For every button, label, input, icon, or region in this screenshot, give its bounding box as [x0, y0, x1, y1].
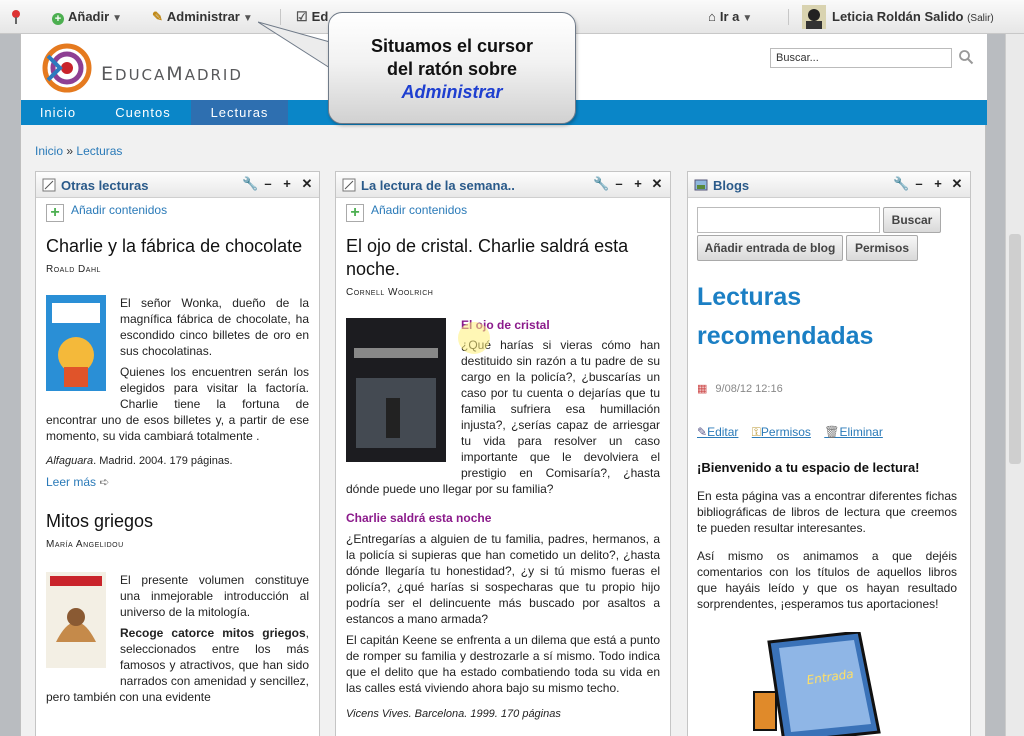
portlet-title: La lectura de la semana.. [361, 178, 515, 193]
tutorial-callout: Situamos el cursor del ratón sobre Admin… [328, 12, 576, 124]
key-icon: ⚿ [751, 425, 761, 439]
document-icon [42, 178, 56, 192]
book-title: Charlie y la fábrica de chocolate [46, 236, 303, 256]
trash-icon: 🗑 [824, 425, 840, 439]
breadcrumb: Inicio » Lecturas [35, 144, 123, 158]
pencil-icon: ✎ [152, 9, 163, 24]
book-title: El ojo de cristal. Charlie saldrá esta n… [346, 236, 629, 279]
portlet-lectura-semana: La lectura de la semana.. 🔧 – + ✕ + Añadi… [335, 171, 671, 736]
educamadrid-logo[interactable] [40, 42, 94, 94]
blog-search-input[interactable] [697, 207, 880, 233]
maximize-icon[interactable]: + [279, 176, 295, 191]
entry-actions: ✎Editar ⚿Permisos 🗑Eliminar [697, 425, 957, 440]
book-author: Cornell Woolrich [346, 287, 434, 298]
portlet-header: La lectura de la semana.. 🔧 – + ✕ [336, 172, 670, 198]
search-button[interactable]: Buscar [883, 207, 941, 233]
portlet-otras-lecturas: Otras lecturas 🔧 – + ✕ + Añadir contenido… [35, 171, 320, 736]
pin-icon[interactable] [10, 9, 22, 28]
book-title: Mitos griegos [46, 511, 154, 531]
callout-pointer [258, 21, 331, 69]
permissions-button[interactable]: Permisos [846, 235, 918, 261]
edit-link[interactable]: ✎Editar [697, 425, 738, 439]
chevron-down-icon: ▼ [112, 13, 123, 24]
document-icon [342, 178, 356, 192]
portlet-title: Otras lecturas [61, 178, 149, 193]
chevron-down-icon: ▼ [242, 13, 253, 24]
nav-item-cuentos[interactable]: Cuentos [95, 100, 191, 125]
scrollbar-thumb[interactable] [1009, 234, 1021, 464]
goto-menu[interactable]: ⌂ Ir a ▼ [708, 9, 752, 24]
nav-item-lecturas[interactable]: Lecturas [191, 100, 288, 125]
portlet-header: Otras lecturas 🔧 – + ✕ [36, 172, 319, 198]
add-content-link[interactable]: + Añadir contenidos [346, 203, 467, 222]
entry-date: ▦ 9/08/12 12:16 [697, 383, 783, 395]
nav-item-inicio[interactable]: Inicio [21, 100, 95, 125]
close-icon[interactable]: ✕ [299, 176, 315, 192]
book-publication: Vicens Vives. Barcelona. 1999. 170 págin… [346, 708, 561, 720]
close-icon[interactable]: ✕ [949, 176, 965, 192]
section-heading: Charlie saldrá esta noche [346, 511, 492, 525]
cursor-highlight [458, 322, 490, 354]
permissions-link[interactable]: ⚿Permisos [752, 425, 811, 439]
portlet-body: Buscar Añadir entrada de blog Permisos L… [688, 198, 970, 736]
book-description: ¿Entregarías a alguien de tu familia, pa… [346, 532, 660, 626]
blog-paragraph: En esta página vas a encontrar diferente… [697, 489, 957, 535]
book-description: El capitán Keene se enfrenta a un dilema… [346, 633, 660, 695]
read-more-link[interactable]: Leer más ➪ [46, 475, 309, 489]
home-icon: ⌂ [708, 9, 716, 24]
calendar-icon: ▦ [697, 383, 708, 395]
search-input[interactable]: Buscar... [770, 48, 952, 68]
book-illustration: Entrada [753, 630, 881, 736]
minimize-icon[interactable]: – [260, 176, 276, 191]
user-name[interactable]: Leticia Roldán Salido (Salir) [832, 9, 994, 24]
add-icon: + [346, 204, 364, 222]
chevron-down-icon: ▼ [742, 13, 753, 24]
image-icon [694, 179, 708, 191]
wrench-icon[interactable]: 🔧 [893, 176, 909, 192]
page-scrollbar[interactable] [1005, 34, 1024, 736]
wrench-icon[interactable]: 🔧 [242, 176, 258, 192]
delete-link[interactable]: 🗑Eliminar [824, 425, 883, 439]
minimize-icon[interactable]: – [611, 176, 627, 191]
add-blog-entry-button[interactable]: Añadir entrada de blog [697, 235, 843, 261]
add-icon: + [46, 204, 64, 222]
welcome-heading: ¡Bienvenido a tu espacio de lectura! [697, 460, 920, 475]
maximize-icon[interactable]: + [630, 176, 646, 191]
add-content-link[interactable]: + Añadir contenidos [46, 203, 167, 222]
book-author: Roald Dahl [46, 264, 101, 275]
close-icon[interactable]: ✕ [649, 176, 665, 192]
breadcrumb-current[interactable]: Lecturas [76, 144, 122, 158]
page: EDUCAMADRID Buscar... Inicio Cuentos Lec… [20, 34, 987, 736]
minimize-icon[interactable]: – [911, 176, 927, 191]
wrench-icon[interactable]: 🔧 [593, 176, 609, 192]
divider [788, 9, 789, 25]
avatar[interactable] [802, 5, 826, 32]
book-cover-image [46, 295, 106, 391]
manage-menu[interactable]: ✎ Administrar ▼ [152, 9, 253, 25]
book-cover-image [46, 572, 106, 668]
book-cover-image [346, 318, 446, 462]
edit-icon: ✎ [697, 425, 708, 439]
blog-paragraph: Así mismo os animamos a que dejéis comen… [697, 549, 957, 611]
portlet-header: Blogs 🔧 – + ✕ [688, 172, 970, 198]
book-author: María Angelidou [46, 539, 124, 550]
portlet-body: + Añadir contenidos Charlie y la fábrica … [36, 198, 319, 705]
breadcrumb-home[interactable]: Inicio [35, 144, 63, 158]
add-icon: + [52, 13, 64, 25]
portlet-blogs: Blogs 🔧 – + ✕ Buscar Añadir entrada de b… [687, 171, 971, 736]
book-publication: Alfaguara. Madrid. 2004. 179 páginas. [46, 455, 233, 467]
arrow-right-icon: ➪ [99, 475, 110, 489]
portlet-title: Blogs [713, 178, 750, 193]
logo-text: EDUCAMADRID [101, 63, 243, 85]
portlet-body: + Añadir contenidos El ojo de cristal. Ch… [336, 198, 670, 720]
add-menu[interactable]: + Añadir ▼ [52, 9, 122, 25]
blog-entry-title[interactable]: Lecturas recomendadas [697, 278, 957, 356]
logout-link[interactable]: (Salir) [967, 13, 994, 24]
search-icon[interactable] [958, 49, 974, 65]
maximize-icon[interactable]: + [930, 176, 946, 191]
